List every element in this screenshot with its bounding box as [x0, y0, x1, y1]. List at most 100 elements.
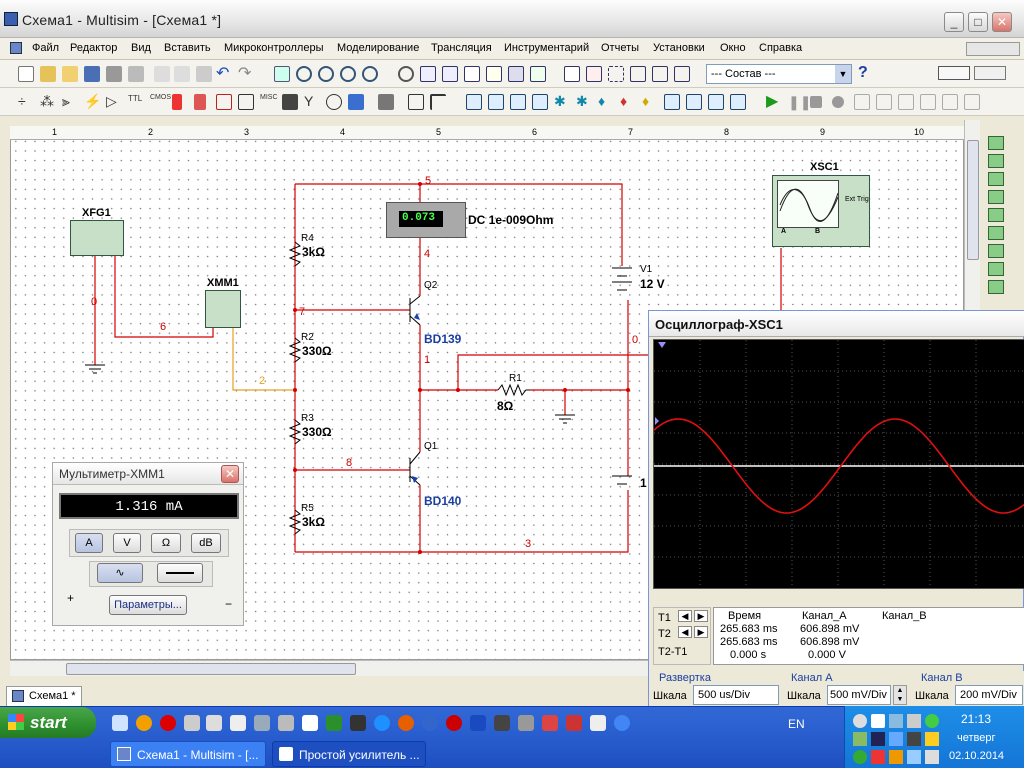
params-button[interactable]: Параметры... [109, 595, 187, 615]
multimeter-titlebar[interactable]: Мультиметр-XMM1 ✕ [53, 463, 243, 485]
quicklaunch-icon[interactable] [446, 715, 462, 731]
quicklaunch-icon[interactable] [518, 715, 534, 731]
cha-scale-input[interactable]: 500 mV/Div [827, 685, 891, 705]
scope-screen[interactable] [653, 339, 1024, 590]
system-tray: 21:13 четверг 02.10.2014 [844, 706, 1024, 768]
ac-button[interactable]: ∿ [97, 563, 143, 583]
tray-icon[interactable] [889, 714, 903, 728]
q1-model: BD140 [424, 494, 462, 508]
close-icon[interactable]: ✕ [221, 465, 239, 483]
net-label: 6 [160, 321, 167, 333]
col-time-header: Время [728, 610, 762, 622]
opera-icon[interactable] [160, 715, 176, 731]
q2-name: Q2 [424, 280, 438, 291]
tray-icon[interactable] [889, 750, 903, 764]
function-generator[interactable] [70, 220, 124, 256]
t2-left-arrow-icon[interactable]: ◀ [678, 626, 692, 638]
t2-right-arrow-icon[interactable]: ▶ [694, 626, 708, 638]
language-indicator[interactable]: EN [788, 717, 805, 731]
r1-value: 8Ω [497, 399, 514, 413]
scope-settings: Развертка Шкала 500 us/Div Канал А Шкала… [649, 671, 1024, 709]
tray-icon[interactable] [925, 750, 939, 764]
tray-icon[interactable] [853, 714, 867, 728]
quicklaunch-icon[interactable] [422, 715, 438, 731]
multisim-icon [117, 747, 131, 761]
taskbar-item-doc[interactable]: Простой усилитель ... [272, 741, 426, 767]
tray-icon[interactable] [907, 732, 921, 746]
t1-right-arrow-icon[interactable]: ▶ [694, 610, 708, 622]
net-label: 2 [259, 375, 266, 387]
quicklaunch-icon[interactable] [566, 715, 582, 731]
taskbar-item-multisim[interactable]: Схема1 - Multisim - [... [110, 741, 266, 767]
mode-v-button[interactable]: V [113, 533, 141, 553]
tray-icon[interactable] [871, 714, 885, 728]
tray-icon[interactable] [871, 732, 885, 746]
quicklaunch-icon[interactable] [590, 715, 606, 731]
firefox-icon[interactable] [398, 715, 414, 731]
r3-value: 330Ω [302, 425, 332, 439]
mode-a-button[interactable]: A [75, 533, 103, 553]
quicklaunch-icon[interactable] [206, 715, 222, 731]
cha-group-label: Канал А [791, 672, 833, 684]
timebase-scale-label: Шкала [653, 690, 687, 702]
t2t1-label: T2-T1 [658, 646, 688, 658]
timebase-group-label: Развертка [659, 672, 711, 684]
chb-scale-label: Шкала [915, 690, 949, 702]
r2-name: R2 [301, 332, 314, 343]
t2-time: 265.683 ms [720, 636, 778, 648]
tray-icon[interactable] [871, 750, 885, 764]
clock-date: 02.10.2014 [949, 750, 1005, 762]
tray-icon[interactable] [889, 732, 903, 746]
quicklaunch-icon[interactable] [494, 715, 510, 731]
multimeter-display: 1.316 mA [59, 493, 239, 519]
clock-day: четверг [957, 732, 996, 744]
quicklaunch-icon[interactable] [470, 715, 486, 731]
doc-tab[interactable]: Схема1 * [6, 686, 82, 706]
quicklaunch-icon[interactable] [136, 715, 152, 731]
xsc-label: XSC1 [810, 161, 839, 173]
oscilloscope-titlebar[interactable]: Осциллограф-XSC1 [649, 311, 1024, 337]
tray-icon[interactable] [925, 732, 939, 746]
voltmeter-u1[interactable]: 0.073 [386, 202, 466, 238]
calculator-icon[interactable] [302, 715, 318, 731]
quicklaunch-icon[interactable] [112, 715, 128, 731]
chrome-icon[interactable] [614, 715, 630, 731]
timebase-scale-input[interactable]: 500 us/Div [693, 685, 779, 705]
quicklaunch-icon[interactable] [254, 715, 270, 731]
tray-icon[interactable] [907, 714, 921, 728]
cursor-t1-marker[interactable] [658, 342, 666, 348]
multimeter-instrument[interactable] [205, 290, 241, 328]
channel-a-label: A [781, 228, 787, 235]
quicklaunch-icon[interactable] [184, 715, 200, 731]
tray-icon[interactable] [907, 750, 921, 764]
tray-icon[interactable] [853, 750, 867, 764]
chb-scale-input[interactable]: 200 mV/Div [955, 685, 1023, 705]
quicklaunch-icon[interactable] [326, 715, 342, 731]
quicklaunch-icon[interactable] [278, 715, 294, 731]
start-button[interactable]: start [0, 707, 96, 738]
quicklaunch-icon[interactable] [230, 715, 246, 731]
dt-cha: 0.000 V [808, 649, 846, 661]
clock-time[interactable]: 21:13 [961, 712, 991, 726]
oscilloscope-title: Осциллограф-XSC1 [655, 317, 783, 332]
mode-ohm-button[interactable]: Ω [151, 533, 181, 553]
mode-db-button[interactable]: dB [191, 533, 221, 553]
tray-icon[interactable] [925, 714, 939, 728]
cha-spinner-icon[interactable]: ▲ ▼ [893, 685, 907, 705]
r2-value: 330Ω [302, 344, 332, 358]
oscilloscope-window: Осциллограф-XSC1 T1 ◀ ▶ T2 ◀ ▶ T2-T1 Вре… [648, 310, 1024, 709]
ie-icon[interactable] [374, 715, 390, 731]
r4-value: 3kΩ [302, 245, 325, 259]
net-label: 7 [299, 306, 306, 318]
t1-left-arrow-icon[interactable]: ◀ [678, 610, 692, 622]
t1-cha: 606.898 mV [800, 623, 860, 635]
oscilloscope-instrument[interactable]: Ext Trig A B [772, 175, 870, 247]
tray-icon[interactable] [853, 732, 867, 746]
net-label: 4 [424, 248, 431, 260]
quicklaunch-icon[interactable] [542, 715, 558, 731]
quicklaunch-icon[interactable] [350, 715, 366, 731]
trigger-marker[interactable] [655, 417, 659, 425]
quick-launch [106, 713, 630, 733]
dc-button[interactable] [157, 563, 203, 583]
scope-graph [653, 340, 1024, 590]
